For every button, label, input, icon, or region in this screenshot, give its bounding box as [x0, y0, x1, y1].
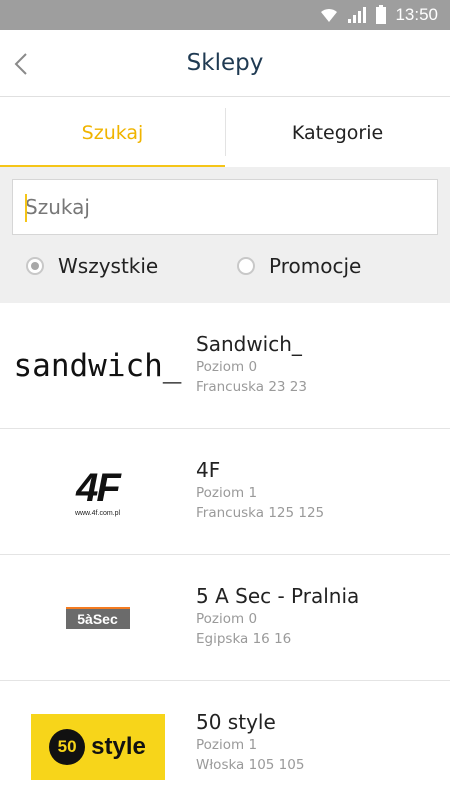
store-info: Sandwich_ Poziom 0 Francuska 23 23 [196, 331, 307, 397]
filter-panel: Wszystkie Promocje [0, 167, 450, 303]
tab-divider [225, 108, 226, 156]
store-logo: 5àSec [0, 555, 195, 681]
store-level: Poziom 0 [196, 611, 258, 627]
signal-icon [348, 7, 367, 23]
4f-logo-url: www.4f.com.pl [74, 509, 121, 517]
store-name: 5 A Sec - Pralnia [196, 584, 360, 608]
filter-promo-label: Promocje [269, 254, 362, 278]
store-row-5asec[interactable]: 5àSec 5 A Sec - Pralnia Poziom 0 Egipska… [0, 555, 450, 681]
store-row-50style[interactable]: 50 style 50 style Poziom 1 Włoska 105 10… [0, 681, 450, 800]
store-name: Sandwich_ [196, 332, 302, 356]
app-bar: Sklepy [0, 30, 450, 97]
filter-all-option[interactable]: Wszystkie [26, 251, 158, 281]
store-info: 5 A Sec - Pralnia Poziom 0 Egipska 16 16 [196, 583, 359, 649]
page-title: Sklepy [186, 50, 264, 76]
store-address: Francuska 125 125 [196, 505, 325, 521]
search-input[interactable] [13, 180, 437, 234]
store-level: Poziom 1 [196, 485, 258, 501]
radio-all[interactable] [26, 257, 44, 275]
filter-all-label: Wszystkie [58, 254, 159, 278]
50style-logo: 50 style [30, 714, 165, 780]
tab-kategorie[interactable]: Kategorie [225, 98, 450, 167]
store-address: Włoska 105 105 [196, 757, 305, 773]
store-address: Egipska 16 16 [196, 631, 292, 647]
battery-icon [376, 5, 387, 24]
store-list: sandwich_ Sandwich_ Poziom 0 Francuska 2… [0, 303, 450, 800]
filter-promo-option[interactable]: Promocje [237, 251, 361, 281]
store-row-4f[interactable]: 4F www.4f.com.pl 4F Poziom 1 Francuska 1… [0, 429, 450, 555]
5asec-logo: 5àSec [65, 607, 130, 629]
4f-logo: 4F www.4f.com.pl [74, 465, 121, 517]
store-logo: 50 style [0, 681, 195, 800]
store-logo: 4F www.4f.com.pl [0, 429, 195, 555]
radio-promo[interactable] [237, 257, 255, 275]
tab-szukaj[interactable]: Szukaj [0, 98, 225, 167]
4f-logo-text: 4F [76, 465, 121, 510]
status-time: 13:50 [395, 5, 438, 24]
store-name: 4F [196, 458, 221, 482]
search-box [12, 179, 438, 235]
store-name: 50 style [196, 710, 276, 734]
50style-logo-number: 50 [49, 729, 86, 765]
50style-logo-text: style [91, 733, 146, 760]
store-info: 50 style Poziom 1 Włoska 105 105 [196, 709, 304, 775]
store-row-sandwich[interactable]: sandwich_ Sandwich_ Poziom 0 Francuska 2… [0, 303, 450, 429]
sandwich-logo: sandwich_ [13, 348, 182, 384]
text-caret [25, 194, 27, 222]
store-info: 4F Poziom 1 Francuska 125 125 [196, 457, 324, 523]
store-level: Poziom 0 [196, 359, 258, 375]
store-logo: sandwich_ [0, 303, 195, 429]
wifi-icon [321, 8, 338, 22]
status-bar: 13:50 [0, 0, 450, 30]
status-icons: 13:50 [319, 0, 438, 30]
store-address: Francuska 23 23 [196, 379, 307, 395]
store-level: Poziom 1 [196, 737, 258, 753]
